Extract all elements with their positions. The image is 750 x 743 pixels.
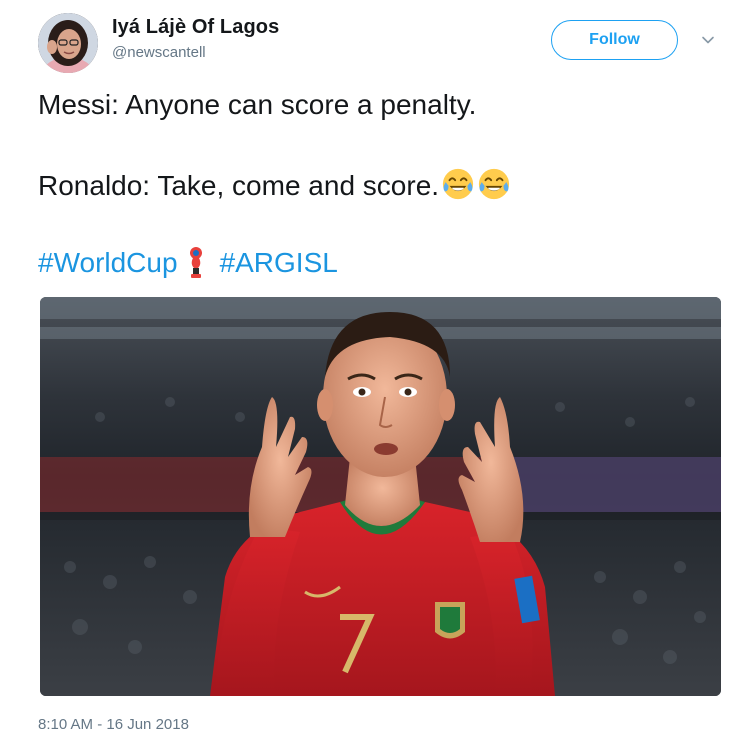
tweet-text-line-2: Ronaldo: Take, come and score.: [38, 167, 511, 202]
follow-button[interactable]: Follow: [551, 20, 678, 60]
user-avatar[interactable]: [38, 13, 98, 73]
tweet-text-line-2-text: Ronaldo: Take, come and score.: [38, 170, 440, 201]
user-handle[interactable]: @newscantell: [112, 44, 206, 61]
tears-of-joy-emoji-icon: [478, 168, 510, 200]
world-cup-trophy-icon: [189, 247, 202, 278]
avatar-image: [38, 13, 98, 73]
tweet-card: Iyá Lájè Of Lagos @newscantell Follow Me…: [0, 0, 750, 743]
tweet-text-line-1: Messi: Anyone can score a penalty.: [38, 89, 477, 120]
tweet-timestamp[interactable]: 8:10 AM - 16 Jun 2018: [38, 716, 189, 733]
hashtag-worldcup-link[interactable]: #WorldCup: [38, 247, 178, 278]
chevron-down-icon[interactable]: [700, 32, 716, 48]
hashtags-line: #WorldCup #ARGISL: [38, 246, 338, 280]
tears-of-joy-emoji-icon: [442, 168, 474, 200]
user-display-name[interactable]: Iyá Lájè Of Lagos: [112, 16, 279, 39]
tweet-photo[interactable]: [40, 297, 721, 696]
hashtag-argisl-link[interactable]: #ARGISL: [220, 247, 338, 278]
photo-image: [40, 297, 721, 696]
